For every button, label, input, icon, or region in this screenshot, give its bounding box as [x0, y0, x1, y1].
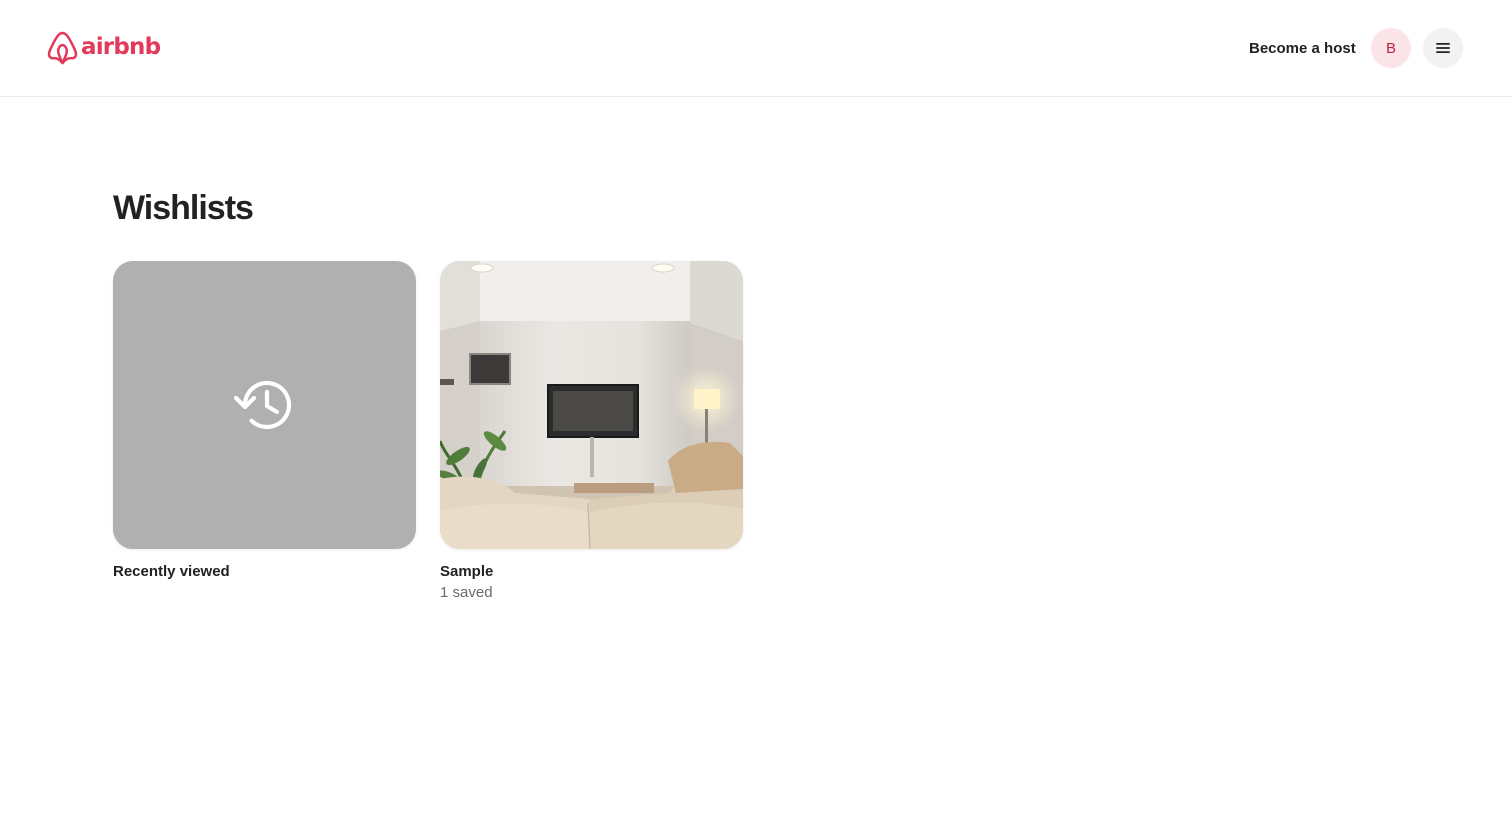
wishlist-thumbnail — [113, 261, 416, 549]
history-icon — [233, 380, 291, 430]
living-room-photo — [440, 261, 743, 549]
logo-wordmark: airbnb — [81, 33, 161, 60]
main-menu-button[interactable] — [1423, 28, 1463, 68]
become-a-host-button[interactable]: Become a host — [1233, 30, 1372, 66]
avatar-initial: B — [1385, 39, 1396, 57]
wishlist-card-recently-viewed[interactable]: Recently viewed — [113, 261, 416, 581]
top-header: airbnb Become a host B — [0, 0, 1512, 97]
wishlist-saved-count: 1 saved — [440, 584, 493, 601]
wishlist-card-sample[interactable]: Sample 1 saved — [440, 261, 743, 602]
wishlist-name: Sample — [440, 563, 494, 580]
user-avatar-button[interactable]: B — [1371, 28, 1411, 68]
wishlist-thumbnail — [440, 261, 743, 549]
hamburger-menu-icon — [1436, 43, 1450, 53]
airbnb-belo-icon — [47, 31, 78, 65]
page-title: Wishlists — [113, 189, 254, 227]
wishlist-name: Recently viewed — [113, 563, 230, 580]
airbnb-logo[interactable]: airbnb — [47, 31, 161, 65]
